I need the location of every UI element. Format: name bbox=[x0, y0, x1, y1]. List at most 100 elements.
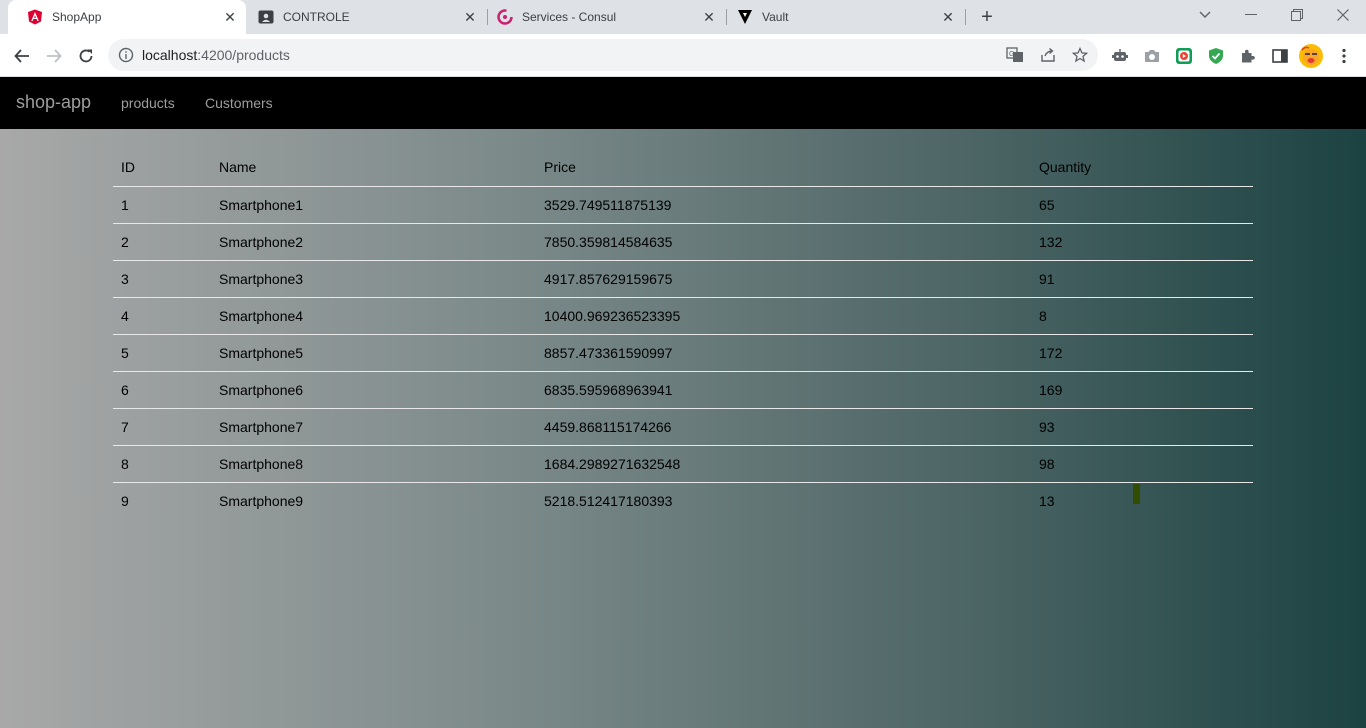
cell-id: 1 bbox=[113, 186, 211, 224]
browser-toolbar: localhost:4200/products G bbox=[0, 34, 1366, 77]
cell-name: Smartphone9 bbox=[219, 492, 304, 509]
profile-avatar[interactable] bbox=[1297, 42, 1325, 70]
consul-icon bbox=[497, 9, 513, 25]
tab-shopapp[interactable]: ShopApp ✕ bbox=[8, 0, 246, 34]
column-header-name: Name bbox=[211, 148, 536, 187]
cell-quantity: 169 bbox=[1031, 371, 1253, 409]
cell-quantity: 172 bbox=[1031, 334, 1253, 372]
restore-button[interactable] bbox=[1274, 0, 1320, 30]
tab-title: Vault bbox=[762, 10, 789, 24]
address-bar[interactable]: localhost:4200/products G bbox=[108, 39, 1098, 71]
close-window-button[interactable] bbox=[1320, 0, 1366, 30]
cell-price: 8857.473361590997 bbox=[536, 334, 1031, 372]
table-row: 4 Smartphone4 10400.969236523395 8 bbox=[113, 297, 1253, 335]
cell-id: 6 bbox=[113, 371, 211, 409]
nav-link-products[interactable]: products bbox=[121, 95, 175, 111]
cell-price: 1684.2989271632548 bbox=[536, 445, 1031, 483]
brand-link[interactable]: shop-app bbox=[16, 92, 91, 113]
cell-id: 5 bbox=[113, 334, 211, 372]
close-tab-icon[interactable]: ✕ bbox=[701, 9, 717, 25]
reload-button[interactable] bbox=[72, 42, 100, 70]
cell-id: 3 bbox=[113, 260, 211, 298]
url-host: localhost bbox=[142, 47, 198, 63]
side-panel-icon[interactable] bbox=[1266, 42, 1294, 70]
minimize-button[interactable] bbox=[1228, 0, 1274, 30]
tab-consul[interactable]: Services - Consul ✕ bbox=[487, 0, 725, 34]
cell-price: 7850.359814584635 bbox=[536, 223, 1031, 261]
translate-icon[interactable]: G bbox=[1005, 45, 1025, 65]
cell-name: Smartphone1 bbox=[211, 186, 536, 224]
cell-price: 3529.749511875139 bbox=[536, 186, 1031, 224]
table-row: 1 Smartphone1 3529.749511875139 65 bbox=[113, 186, 1253, 224]
table-row: 7 Smartphone7 4459.868115174266 93 bbox=[113, 408, 1253, 446]
cell-price: 5218.512417180393 bbox=[544, 492, 673, 509]
tab-search-button[interactable] bbox=[1182, 0, 1228, 30]
table-row: 9 Smartphone9 5218.512417180393 13 bbox=[113, 482, 1253, 519]
close-tab-icon[interactable]: ✕ bbox=[222, 9, 238, 25]
share-icon[interactable] bbox=[1038, 45, 1058, 65]
cell-quantity: 8 bbox=[1031, 297, 1253, 335]
url-path: :4200/products bbox=[197, 47, 290, 63]
shield-extension-icon[interactable] bbox=[1202, 42, 1230, 70]
cell-name: Smartphone5 bbox=[211, 334, 536, 372]
cell-price: 6835.595968963941 bbox=[536, 371, 1031, 409]
cell-price: 4459.868115174266 bbox=[536, 408, 1031, 446]
cell-quantity: 98 bbox=[1031, 445, 1253, 483]
cell-quantity: 91 bbox=[1031, 260, 1253, 298]
cell-id: 7 bbox=[113, 408, 211, 446]
table-row: 2 Smartphone2 7850.359814584635 132 bbox=[113, 223, 1253, 261]
cell-quantity: 132 bbox=[1031, 223, 1253, 261]
cell-name: Smartphone8 bbox=[211, 445, 536, 483]
cell-quantity: 93 bbox=[1031, 408, 1253, 446]
cell-price: 4917.857629159675 bbox=[536, 260, 1031, 298]
cell-id: 2 bbox=[113, 223, 211, 261]
green-marker bbox=[1133, 484, 1140, 504]
table-row: 6 Smartphone6 6835.595968963941 169 bbox=[113, 371, 1253, 409]
cell-id: 9 bbox=[121, 492, 129, 509]
robot-extension-icon[interactable] bbox=[1106, 42, 1134, 70]
cell-name: Smartphone7 bbox=[211, 408, 536, 446]
tab-title: CONTROLE bbox=[283, 10, 350, 24]
table-header-row: ID Name Price Quantity bbox=[113, 148, 1253, 187]
bookmark-star-icon[interactable] bbox=[1070, 45, 1090, 65]
column-header-quantity: Quantity bbox=[1031, 148, 1253, 187]
back-button[interactable] bbox=[8, 42, 36, 70]
camera-extension-icon[interactable] bbox=[1138, 42, 1166, 70]
close-tab-icon[interactable]: ✕ bbox=[462, 9, 478, 25]
cell-id: 4 bbox=[113, 297, 211, 335]
vault-icon bbox=[737, 9, 753, 25]
tab-controle[interactable]: CONTROLE ✕ bbox=[246, 0, 486, 34]
tab-title: ShopApp bbox=[52, 10, 102, 24]
cell-name: Smartphone4 bbox=[211, 297, 536, 335]
table-row: 3 Smartphone3 4917.857629159675 91 bbox=[113, 260, 1253, 298]
forward-button[interactable] bbox=[40, 42, 68, 70]
tab-title: Services - Consul bbox=[522, 10, 617, 24]
cell-quantity: 65 bbox=[1031, 186, 1253, 224]
browser-tab-strip: ShopApp ✕ CONTROLE ✕ Services - Consul ✕… bbox=[0, 0, 1366, 34]
angular-icon bbox=[27, 9, 43, 25]
app-navbar: shop-app products Customers bbox=[0, 77, 1366, 129]
column-header-id: ID bbox=[113, 148, 211, 187]
new-tab-button[interactable]: + bbox=[977, 7, 997, 27]
url-text: localhost:4200/products bbox=[142, 47, 290, 63]
tab-vault[interactable]: Vault ✕ bbox=[726, 0, 964, 34]
browser-menu-icon[interactable] bbox=[1330, 42, 1358, 70]
products-table: ID Name Price Quantity 1 Smartphone1 3529.… bbox=[113, 148, 1253, 519]
table-row: 8 Smartphone8 1684.2989271632548 98 bbox=[113, 445, 1253, 483]
nav-link-customers[interactable]: Customers bbox=[205, 95, 273, 111]
media-extension-icon[interactable] bbox=[1170, 42, 1198, 70]
extensions-puzzle-icon[interactable] bbox=[1234, 42, 1262, 70]
tab-separator bbox=[965, 9, 966, 25]
cell-name: Smartphone6 bbox=[211, 371, 536, 409]
table-row: 5 Smartphone5 8857.473361590997 172 bbox=[113, 334, 1253, 372]
cell-id: 8 bbox=[113, 445, 211, 483]
site-info-icon[interactable] bbox=[118, 47, 134, 63]
cell-price: 10400.969236523395 bbox=[536, 297, 1031, 335]
cell-quantity: 13 bbox=[1039, 492, 1055, 509]
products-table-body: 1 Smartphone1 3529.749511875139 65 2 Smartph… bbox=[113, 186, 1253, 519]
main-content: ID Name Price Quantity 1 Smartphone1 3529.… bbox=[0, 129, 1366, 728]
cell-name: Smartphone2 bbox=[211, 223, 536, 261]
close-tab-icon[interactable]: ✕ bbox=[940, 9, 956, 25]
svg-text:G: G bbox=[1009, 51, 1014, 58]
cell-name: Smartphone3 bbox=[211, 260, 536, 298]
